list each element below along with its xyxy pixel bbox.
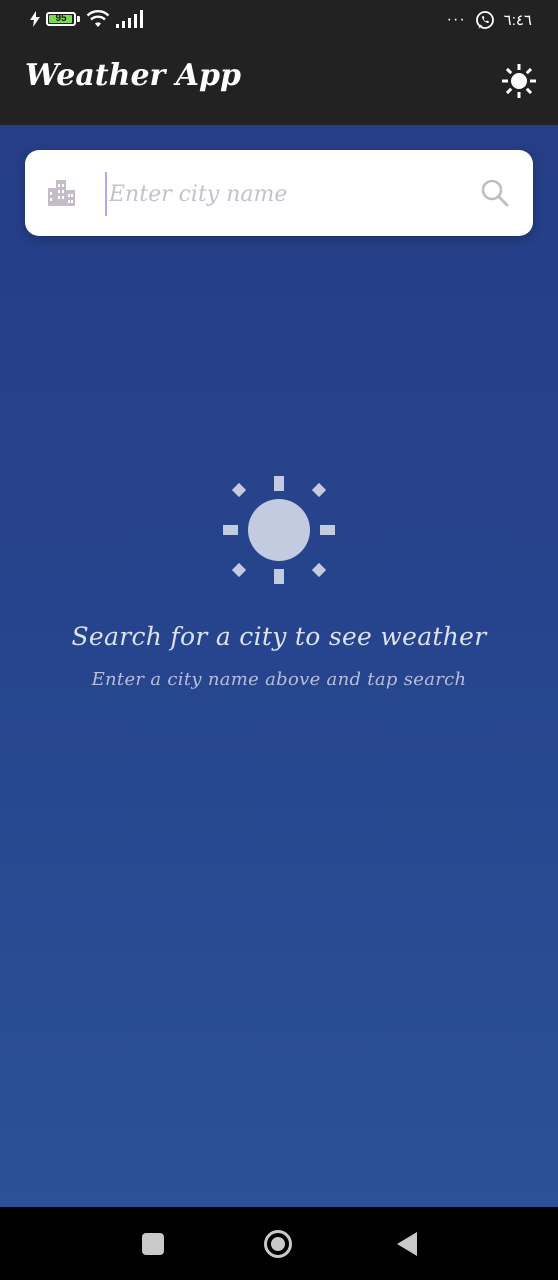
charging-icon [30, 11, 40, 27]
status-left: 95 [30, 10, 144, 28]
recents-icon[interactable] [138, 1229, 168, 1259]
battery-tip [77, 16, 80, 22]
theme-toggle-button[interactable] [500, 62, 538, 100]
empty-state: Search for a city to see weather Enter a… [0, 470, 558, 690]
battery-icon: 95 [46, 12, 76, 26]
app-title: Weather App [25, 58, 242, 93]
status-time: ٦:٤٦ [503, 12, 532, 29]
wifi-icon [86, 10, 110, 27]
sun-icon [223, 476, 335, 584]
main-content: Search for a city to see weather Enter a… [0, 125, 558, 1207]
more-icon: ··· [446, 11, 466, 28]
whatsapp-icon [475, 11, 494, 29]
back-icon[interactable] [392, 1229, 422, 1259]
status-bar: 95 ··· ٦:٤٦ [0, 0, 558, 40]
empty-state-title: Search for a city to see weather [71, 622, 487, 651]
battery-level: 95 [55, 13, 67, 24]
sun-icon [502, 64, 536, 98]
city-icon [48, 180, 75, 206]
home-icon[interactable] [263, 1229, 293, 1259]
signal-icon [116, 10, 143, 28]
navigation-bar [0, 1207, 558, 1280]
empty-state-subtitle: Enter a city name above and tap search [91, 669, 467, 690]
search-icon[interactable] [479, 177, 511, 209]
app-bar: Weather App [0, 40, 558, 125]
city-search-input[interactable] [105, 172, 449, 216]
status-right: ··· ٦:٤٦ [447, 10, 532, 30]
search-card [25, 150, 533, 236]
